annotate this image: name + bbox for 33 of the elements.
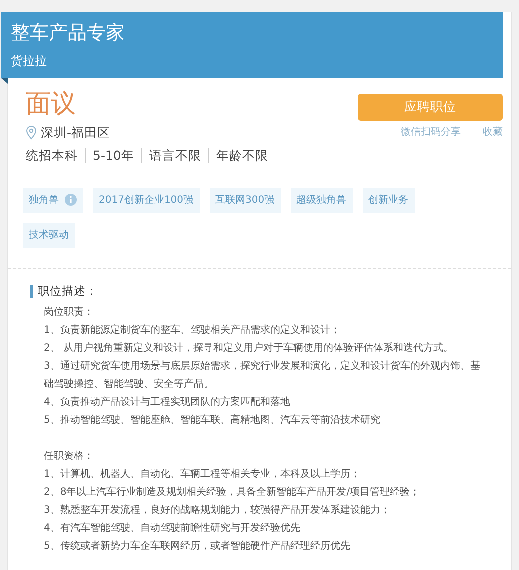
tag[interactable]: 互联网300强 — [210, 188, 281, 212]
tag[interactable]: 独角兽 — [23, 188, 83, 212]
description-line: 2、8年以上汽车行业制造及规划相关经验，具备全新智能车产品开发/项目管理经验； — [44, 486, 422, 500]
description-line: 3、熟悉整车开发流程，良好的战略规划能力，较强得产品开发体系建设能力； — [44, 504, 392, 518]
link[interactable]: 微信扫码分享 — [401, 125, 461, 140]
requirement-text: 统招本科 — [26, 148, 78, 163]
location-text: 深圳-福田区 — [41, 124, 111, 142]
link[interactable]: 收藏 — [483, 125, 503, 140]
description-line: 4、负责推动产品设计与工程实现团队的方案匹配和落地 — [44, 396, 292, 410]
description-line: 1、计算机、机器人、自动化、车辆工程等相关专业，本科及以上学历； — [44, 468, 362, 482]
description-line: 5、传统或者新势力车企车联网经历，或者智能硬件产品经理经历优先 — [44, 540, 352, 554]
tag[interactable]: 超级独角兽 — [290, 188, 353, 212]
ribbon-fold — [1, 78, 8, 84]
description-line: 3、通过研究货车使用场景与底层原始需求，探究行业发展和演化，定义和设计货车的外观内饰、基础驾驶操控、智能驾驶、安全等产品。 — [44, 360, 481, 392]
description-line: 1、负责新能源定制货车的整车、驾驶相关产品需求的定义和设计； — [44, 324, 342, 338]
requirement-text: 年龄不限 — [208, 148, 268, 163]
requirement-text: 5-10年 — [85, 148, 134, 163]
tag[interactable]: 技术驱动 — [23, 222, 75, 248]
tag[interactable]: 创新业务 — [362, 188, 415, 212]
description-line: 2、 从用户视角重新定义和设计，探寻和定义用户对于车辆使用的体验评估体系和迭代方式。 — [44, 342, 455, 356]
requirement-text: 语言不限 — [141, 148, 202, 163]
section-subtitle: 岗位职责： — [44, 306, 95, 320]
apply-button[interactable]: 应聘职位 — [358, 94, 503, 121]
job-title: 整车产品专家 — [11, 21, 126, 46]
salary-text: 面议 — [26, 88, 77, 120]
tag[interactable]: 2017创新企业100强 — [93, 188, 200, 212]
section-subtitle: 任职资格： — [44, 450, 95, 464]
description-line: 4、有汽车智能驾驶、自动驾驶前瞻性研究与开发经验优先 — [44, 522, 302, 536]
company-name[interactable]: 货拉拉 — [11, 52, 493, 70]
description-line: 5、推动智能驾驶、智能座舱、智能车联、高精地图、汽车云等前沿技术研究 — [44, 414, 382, 428]
location-pin-icon — [26, 126, 37, 140]
section-heading: 职位描述： — [30, 284, 511, 298]
info-icon[interactable] — [65, 194, 77, 206]
